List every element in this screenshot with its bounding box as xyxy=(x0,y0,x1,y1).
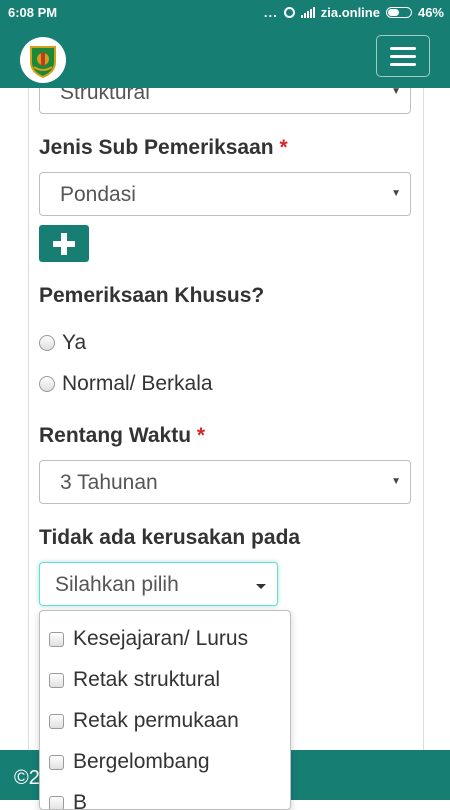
kerusakan-dropdown-menu: Kesejajaran/ Lurus Retak struktural Reta… xyxy=(39,610,291,810)
notification-dots: ... xyxy=(264,5,278,20)
khusus-label: Pemeriksaan Khusus? xyxy=(39,284,264,308)
kerusakan-multiselect-button[interactable]: Silahkan pilih xyxy=(39,562,278,606)
checkbox[interactable] xyxy=(49,714,64,729)
dropdown-option[interactable]: Retak struktural xyxy=(49,668,220,692)
option-label: Retak permukaan xyxy=(73,709,239,733)
checkbox[interactable] xyxy=(49,796,64,810)
dropdown-option[interactable]: B xyxy=(49,791,87,810)
jenis-sub-select[interactable]: Pondasi ▼ xyxy=(39,172,411,216)
chevron-down-icon: ▼ xyxy=(391,476,401,487)
jenis-sub-label: Jenis Sub Pemeriksaan * xyxy=(39,136,288,160)
battery-icon xyxy=(386,7,412,18)
dropdown-option[interactable]: Bergelombang xyxy=(49,750,210,774)
option-label: Bergelombang xyxy=(73,750,210,774)
checkbox[interactable] xyxy=(49,755,64,770)
dropdown-option[interactable]: Retak permukaan xyxy=(49,709,239,733)
footer-copyright: ©2 xyxy=(14,767,40,790)
kerusakan-label: Tidak ada kerusakan pada xyxy=(39,526,300,550)
rentang-label: Rentang Waktu * xyxy=(39,424,205,448)
status-icons: ... zia.online 46% xyxy=(264,5,444,20)
radio-button[interactable] xyxy=(39,335,55,351)
add-button[interactable] xyxy=(39,225,89,262)
alarm-icon xyxy=(284,7,295,18)
rentang-label-text: Rentang Waktu xyxy=(39,424,191,447)
rentang-select-value: 3 Tahunan xyxy=(60,471,158,495)
status-time: 6:08 PM xyxy=(8,5,57,20)
checkbox[interactable] xyxy=(49,673,64,688)
radio-label: Ya xyxy=(62,331,86,355)
required-mark: * xyxy=(197,424,205,447)
option-label: Retak struktural xyxy=(73,668,220,692)
signal-icon xyxy=(301,7,315,18)
jenis-sub-label-text: Jenis Sub Pemeriksaan xyxy=(39,136,274,159)
rentang-select[interactable]: 3 Tahunan ▼ xyxy=(39,460,411,504)
radio-option-normal[interactable]: Normal/ Berkala xyxy=(39,372,213,396)
radio-label: Normal/ Berkala xyxy=(62,372,213,396)
dropdown-option[interactable]: Kesejajaran/ Lurus xyxy=(49,627,248,651)
carrier-name: zia.online xyxy=(321,5,380,20)
checkbox[interactable] xyxy=(49,632,64,647)
required-mark: * xyxy=(279,136,287,159)
option-label: Kesejajaran/ Lurus xyxy=(73,627,248,651)
option-label: B xyxy=(73,791,87,810)
caret-down-icon xyxy=(256,584,266,589)
radio-option-ya[interactable]: Ya xyxy=(39,331,86,355)
regional-emblem-icon[interactable] xyxy=(20,37,66,83)
chevron-down-icon: ▼ xyxy=(391,188,401,199)
multiselect-placeholder: Silahkan pilih xyxy=(55,573,179,597)
battery-level: 46% xyxy=(418,5,444,20)
radio-button[interactable] xyxy=(39,376,55,392)
navbar-cover xyxy=(0,25,450,88)
status-bar: 6:08 PM ... zia.online 46% xyxy=(0,0,450,25)
hamburger-menu-icon[interactable] xyxy=(376,35,430,77)
jenis-sub-select-value: Pondasi xyxy=(60,183,136,207)
